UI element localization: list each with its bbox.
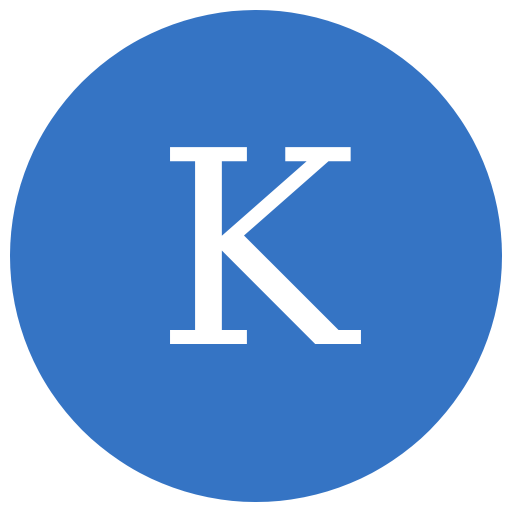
app-icon-canvas: K: [0, 0, 512, 512]
avatar: K: [10, 10, 502, 502]
avatar-initial: K: [155, 93, 357, 408]
